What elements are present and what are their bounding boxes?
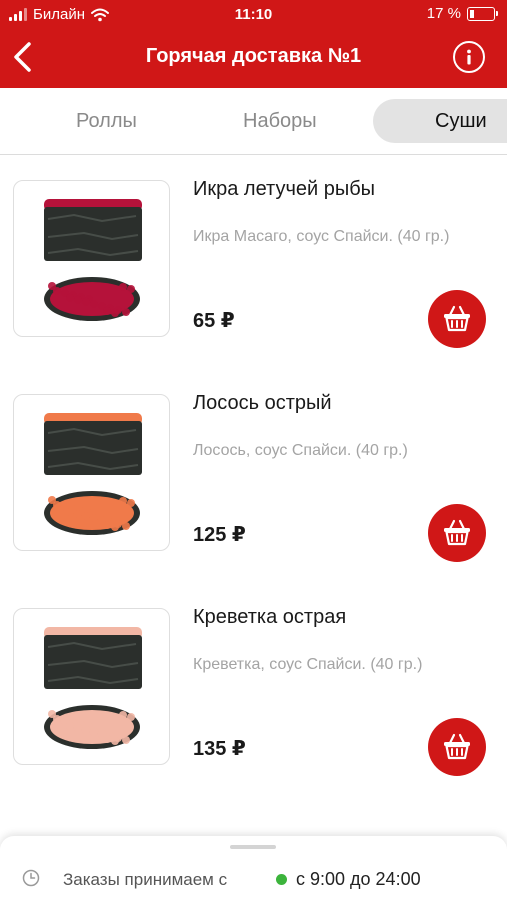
battery-percent: 17 % (426, 5, 461, 22)
category-tabs: Роллы Наборы Суши (0, 88, 507, 155)
info-button[interactable] (453, 41, 485, 73)
product-name: Лосось острый (193, 392, 332, 414)
info-icon (467, 49, 471, 65)
back-button[interactable] (8, 40, 38, 74)
product-item[interactable]: Икра летучей рыбы Икра Масаго, соус Спай… (0, 156, 507, 370)
hours-label: Заказы принимаем с (63, 870, 228, 889)
product-description: Креветка, соус Спайси. (40 гр.) (193, 656, 423, 673)
battery-level (470, 9, 474, 18)
status-right: 17 % (426, 5, 498, 22)
working-hours-panel: Заказы принимаем с с 9:00 до 24:00 (0, 836, 507, 900)
page-title: Горячая доставка №1 (145, 45, 362, 67)
hours-value: с 9:00 до 24:00 (296, 869, 421, 889)
add-to-cart-button[interactable] (428, 290, 486, 348)
tab-sets[interactable]: Наборы (243, 99, 317, 143)
product-name: Креветка острая (193, 606, 347, 628)
nav-bar: Горячая доставка №1 (0, 28, 507, 88)
battery-icon (467, 6, 498, 21)
product-price: 125 ₽ (193, 524, 246, 546)
product-item[interactable]: Креветка острая Креветка, соус Спайси. (… (0, 584, 507, 798)
panel-drag-handle[interactable] (230, 845, 276, 849)
basket-icon (444, 305, 470, 332)
chevron-left-icon (14, 42, 31, 72)
product-description: Лосось, соус Спайси. (40 гр.) (193, 442, 408, 459)
product-name: Икра летучей рыбы (193, 178, 376, 200)
product-description: Икра Масаго, соус Спайси. (40 гр.) (193, 228, 450, 245)
basket-icon (444, 519, 470, 546)
product-price: 135 ₽ (193, 738, 246, 760)
product-image (13, 394, 170, 551)
product-price: 65 ₽ (193, 310, 235, 332)
status-bar: Билайн 11:10 17 % (0, 0, 507, 28)
tab-rolls[interactable]: Роллы (76, 99, 137, 143)
app-header: Билайн 11:10 17 % Горячая доставка №1 (0, 0, 507, 88)
add-to-cart-button[interactable] (428, 504, 486, 562)
product-image (13, 608, 170, 765)
clock-icon (22, 869, 40, 887)
open-status-dot (276, 874, 287, 885)
add-to-cart-button[interactable] (428, 718, 486, 776)
basket-icon (444, 733, 470, 760)
product-item[interactable]: Лосось острый Лосось, соус Спайси. (40 г… (0, 370, 507, 584)
product-image (13, 180, 170, 337)
tab-sushi[interactable]: Суши (373, 99, 507, 143)
